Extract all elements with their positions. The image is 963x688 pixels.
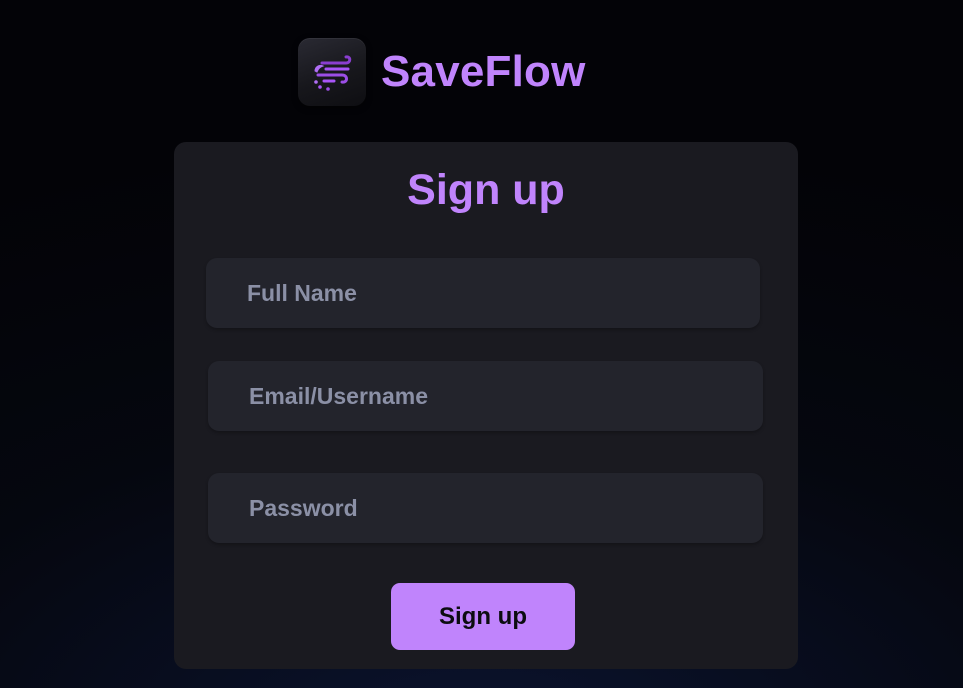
brand-header: SaveFlow — [298, 37, 586, 107]
signup-title: Sign up — [407, 166, 565, 214]
email-username-input[interactable] — [247, 360, 763, 432]
password-field[interactable] — [208, 472, 763, 544]
email-username-field[interactable] — [208, 360, 763, 432]
app-logo-icon — [298, 38, 366, 106]
brand-name: SaveFlow — [381, 47, 586, 96]
full-name-field[interactable] — [206, 257, 760, 329]
password-input[interactable] — [247, 472, 763, 544]
sign-up-button[interactable]: Sign up — [391, 583, 575, 650]
signup-card: Sign up Sign up — [174, 142, 798, 669]
full-name-input[interactable] — [245, 257, 760, 329]
